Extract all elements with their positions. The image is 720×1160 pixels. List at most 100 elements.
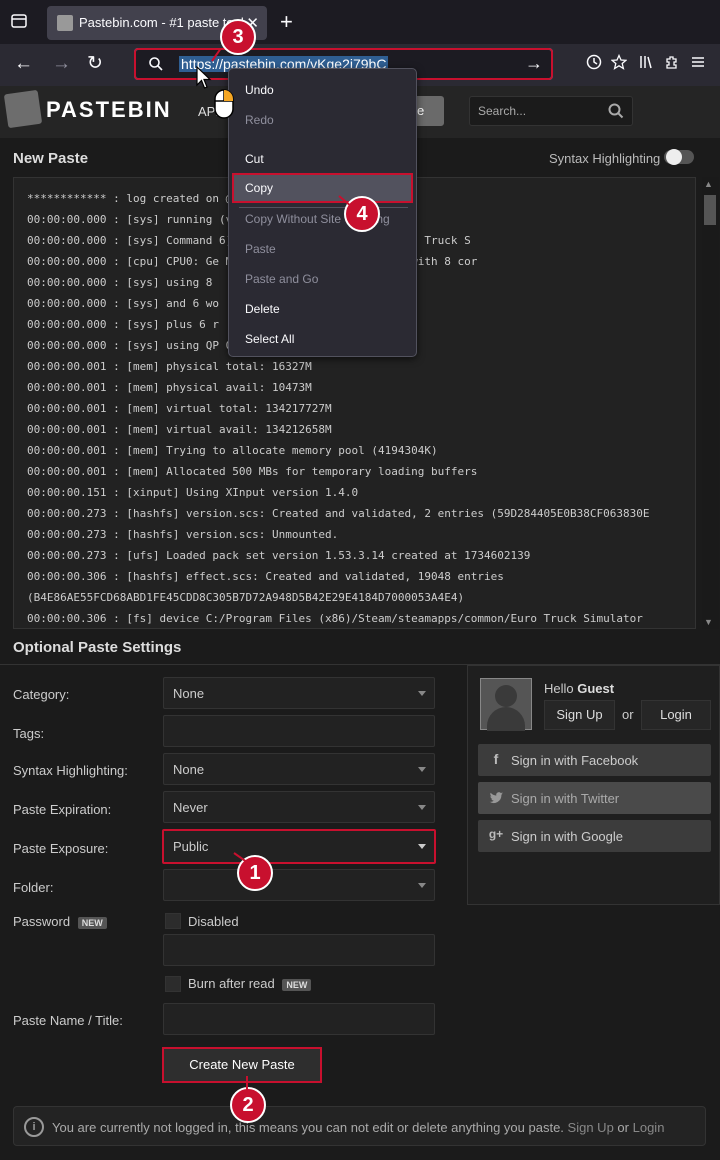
paste-exposure-value: Public: [173, 839, 209, 854]
sign-in-google-button[interactable]: g+ Sign in with Google: [478, 820, 711, 852]
forward-button[interactable]: →: [52, 52, 71, 76]
paste-name-input[interactable]: [163, 1003, 435, 1035]
tab-list-icon[interactable]: [10, 12, 28, 30]
sign-in-twitter-button[interactable]: Sign in with Twitter: [478, 782, 711, 814]
sign-in-facebook-button[interactable]: f Sign in with Facebook: [478, 744, 711, 776]
paste-expiration-select[interactable]: Never: [163, 791, 435, 823]
new-badge: NEW: [282, 978, 312, 991]
code-line: 00:00:00.273 : [hashfs] version.scs: Cre…: [27, 507, 650, 520]
menu-item-paste-and-go[interactable]: Paste and Go: [232, 264, 413, 294]
burn-after-read-text: Burn after read: [188, 976, 275, 991]
paste-exposure-select[interactable]: Public: [162, 829, 436, 864]
chevron-down-icon: [418, 767, 426, 772]
menu-item-redo[interactable]: Redo: [232, 105, 413, 135]
menu-item-select-all[interactable]: Select All: [232, 324, 413, 354]
menu-item-paste[interactable]: Paste: [232, 234, 413, 264]
extensions-icon[interactable]: [664, 54, 680, 70]
new-tab-button[interactable]: +: [280, 9, 293, 35]
menu-item-copy[interactable]: Copy: [232, 173, 413, 203]
folder-label: Folder:: [13, 880, 54, 895]
menu-icon[interactable]: [690, 54, 706, 70]
search-icon: [149, 57, 163, 71]
scroll-up-icon[interactable]: ▲: [704, 179, 713, 189]
notice-or: or: [617, 1120, 629, 1135]
notice-text: You are currently not logged in, this me…: [52, 1120, 664, 1135]
reload-button[interactable]: ↻: [87, 52, 103, 76]
password-label: Password NEW: [13, 914, 107, 929]
twitter-label: Sign in with Twitter: [511, 791, 620, 806]
menu-item-cut[interactable]: Cut: [232, 144, 413, 174]
scroll-down-icon[interactable]: ▼: [704, 617, 713, 627]
syntax-highlighting-value: None: [173, 762, 205, 777]
pastebin-favicon-icon: [57, 15, 73, 31]
paste-expiration-label: Paste Expiration:: [13, 802, 112, 817]
menu-item-label: Cut: [245, 152, 264, 166]
password-input[interactable]: [163, 934, 435, 966]
editor-scrollbar[interactable]: ▲ ▼: [702, 177, 719, 629]
chevron-down-icon: [418, 883, 426, 888]
category-label: Category:: [13, 687, 70, 702]
category-select[interactable]: None: [163, 677, 435, 709]
scroll-thumb[interactable]: [704, 195, 716, 225]
library-icon[interactable]: [638, 54, 654, 70]
syntax-highlighting-toggle[interactable]: [664, 149, 694, 165]
go-arrow-icon[interactable]: →: [525, 53, 543, 74]
code-line: 00:00:00.001 : [mem] physical total: 163…: [27, 360, 312, 373]
site-search-input[interactable]: Search...: [469, 96, 633, 126]
tags-input[interactable]: [163, 715, 435, 747]
hello-text: Hello: [544, 681, 574, 696]
menu-item-label: Delete: [245, 302, 280, 316]
new-badge: NEW: [77, 916, 107, 929]
browser-tab-bar: Pastebin.com - #1 paste tool ✕ +: [0, 0, 720, 44]
optional-settings-title: Optional Paste Settings: [13, 639, 182, 656]
login-notice: i You are currently not logged in, this …: [13, 1106, 706, 1146]
code-line: (B4E86AE55FCD68ABD1FE45CDD8C305B7D72A948…: [27, 591, 465, 604]
menu-item-delete[interactable]: Delete: [232, 294, 413, 324]
history-icon[interactable]: [586, 54, 602, 70]
syntax-highlighting-select[interactable]: None: [163, 753, 435, 785]
pastebin-logo-icon[interactable]: [3, 89, 43, 129]
tab-title: Pastebin.com - #1 paste tool: [79, 15, 244, 30]
search-icon[interactable]: [608, 103, 624, 119]
burn-after-read-label: Burn after read NEW: [188, 976, 312, 991]
context-menu: Undo Redo Cut Copy Copy Without Site Tra…: [228, 68, 417, 357]
code-line: 00:00:00.273 : [ufs] Loaded pack set ver…: [27, 549, 531, 562]
code-line: 00:00:00.273 : [hashfs] version.scs: Unm…: [27, 528, 339, 541]
notice-login-link[interactable]: Login: [633, 1120, 665, 1135]
right-click-mouse-icon: [214, 89, 234, 119]
menu-item-label: Undo: [245, 83, 274, 97]
code-line: 00:00:00.001 : [mem] virtual avail: 1342…: [27, 423, 332, 436]
pastebin-logo-text[interactable]: PASTEBIN: [46, 97, 172, 123]
chevron-down-icon: [418, 844, 426, 849]
password-label-text: Password: [13, 914, 71, 929]
paste-expiration-value: Never: [173, 800, 208, 815]
menu-item-copy-without-tracking[interactable]: Copy Without Site Tracking: [232, 204, 413, 234]
code-line: 00:00:00.001 : [mem] physical avail: 104…: [27, 381, 312, 394]
sign-up-button[interactable]: Sign Up: [544, 700, 615, 730]
bookmark-star-icon[interactable]: [611, 54, 627, 70]
guest-name: Guest: [577, 681, 615, 696]
menu-item-undo[interactable]: Undo: [232, 75, 413, 105]
avatar-head-icon: [495, 685, 517, 707]
avatar: [480, 678, 532, 731]
back-button[interactable]: ←: [14, 52, 33, 76]
facebook-label: Sign in with Facebook: [511, 753, 639, 768]
menu-item-label: Paste: [245, 242, 276, 256]
folder-select[interactable]: [163, 869, 435, 901]
info-icon: i: [24, 1117, 44, 1137]
burn-after-read-checkbox[interactable]: [165, 976, 181, 992]
hello-guest: Hello Guest: [544, 681, 614, 696]
category-value: None: [173, 686, 205, 701]
menu-item-label: Select All: [245, 332, 295, 346]
code-line: 00:00:00.001 : [mem] virtual total: 1342…: [27, 402, 332, 415]
twitter-icon: [489, 792, 503, 803]
password-checkbox[interactable]: [165, 913, 181, 929]
code-line: 00:00:00.306 : [hashfs] effect.scs: Crea…: [27, 570, 504, 583]
create-new-paste-button[interactable]: Create New Paste: [162, 1047, 322, 1083]
code-line: 00:00:00.001 : [mem] Allocated 500 MBs f…: [27, 465, 478, 478]
notice-signup-link[interactable]: Sign Up: [568, 1120, 614, 1135]
step-2-arrow: [246, 1076, 248, 1090]
login-button[interactable]: Login: [641, 700, 711, 730]
menu-item-label: Copy: [245, 181, 274, 195]
step-marker-3: 3: [220, 19, 256, 55]
